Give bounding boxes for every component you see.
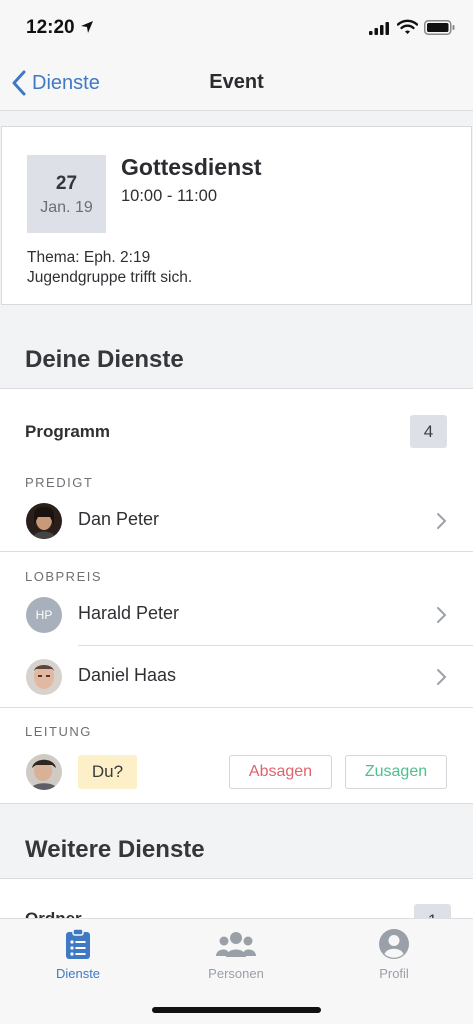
date-box: 27 Jan. 19 bbox=[27, 155, 106, 233]
page-title: Event bbox=[209, 71, 264, 93]
divider bbox=[0, 551, 473, 552]
role-label-leitung: LEITUNG bbox=[25, 724, 92, 739]
event-topic: Thema: Eph. 2:19 bbox=[27, 249, 151, 266]
avatar-photo bbox=[26, 754, 62, 790]
tab-label: Profil bbox=[379, 966, 409, 981]
cellular-signal-icon bbox=[369, 22, 389, 35]
battery-icon bbox=[424, 20, 455, 35]
more-services-heading: Weitere Dienste bbox=[25, 836, 205, 863]
divider bbox=[0, 707, 473, 708]
event-note: Jugendgruppe trifft sich. bbox=[27, 269, 193, 286]
person-row-dan-peter[interactable]: Dan Peter bbox=[0, 490, 473, 552]
chevron-right-icon bbox=[437, 607, 447, 623]
person-name: Harald Peter bbox=[78, 603, 180, 623]
role-label-predigt: PREDIGT bbox=[25, 475, 94, 490]
avatar-photo bbox=[26, 659, 62, 695]
event-title: Gottesdienst bbox=[121, 154, 262, 180]
my-services-heading: Deine Dienste bbox=[25, 346, 184, 373]
count-badge: 4 bbox=[410, 415, 447, 448]
role-label-lobpreis: LOBPREIS bbox=[25, 569, 103, 584]
avatar-photo bbox=[26, 503, 62, 539]
tab-label: Personen bbox=[208, 966, 264, 981]
avatar-initials: HP bbox=[26, 597, 62, 633]
decline-button[interactable]: Absagen bbox=[229, 755, 332, 789]
tab-dienste[interactable]: Dienste bbox=[18, 929, 138, 981]
person-row-harald-peter[interactable]: HP Harald Peter bbox=[0, 584, 473, 646]
group-label: Programm bbox=[25, 422, 111, 441]
status-bar: 12:20 bbox=[0, 0, 473, 56]
location-arrow-icon bbox=[81, 21, 93, 33]
my-services-list: Programm 4 PREDIGT Dan Peter LOBPREIS HP… bbox=[0, 388, 473, 804]
tab-label: Dienste bbox=[55, 966, 101, 981]
navigation-bar: Dienste Event bbox=[0, 56, 473, 111]
clipboard-icon bbox=[66, 929, 90, 959]
accept-button[interactable]: Zusagen bbox=[345, 755, 447, 789]
home-indicator bbox=[152, 1007, 321, 1013]
person-name: Daniel Haas bbox=[78, 665, 177, 685]
status-time: 12:20 bbox=[26, 17, 75, 38]
tab-profil[interactable]: Profil bbox=[334, 929, 454, 981]
event-month-year: Jan. 19 bbox=[40, 199, 93, 216]
person-name: Dan Peter bbox=[78, 509, 160, 529]
tab-personen[interactable]: Personen bbox=[176, 929, 296, 981]
event-card: 27 Jan. 19 Gottesdienst 10:00 - 11:00 Th… bbox=[1, 126, 472, 305]
chevron-right-icon bbox=[437, 513, 447, 529]
chevron-right-icon bbox=[437, 669, 447, 685]
event-day: 27 bbox=[55, 173, 78, 194]
open-slot-badge: Du? bbox=[78, 755, 137, 789]
wifi-icon bbox=[397, 19, 418, 34]
profile-icon bbox=[379, 929, 409, 959]
event-time: 10:00 - 11:00 bbox=[121, 187, 218, 205]
people-icon bbox=[216, 932, 256, 957]
person-row-daniel-haas[interactable]: Daniel Haas bbox=[0, 646, 473, 708]
